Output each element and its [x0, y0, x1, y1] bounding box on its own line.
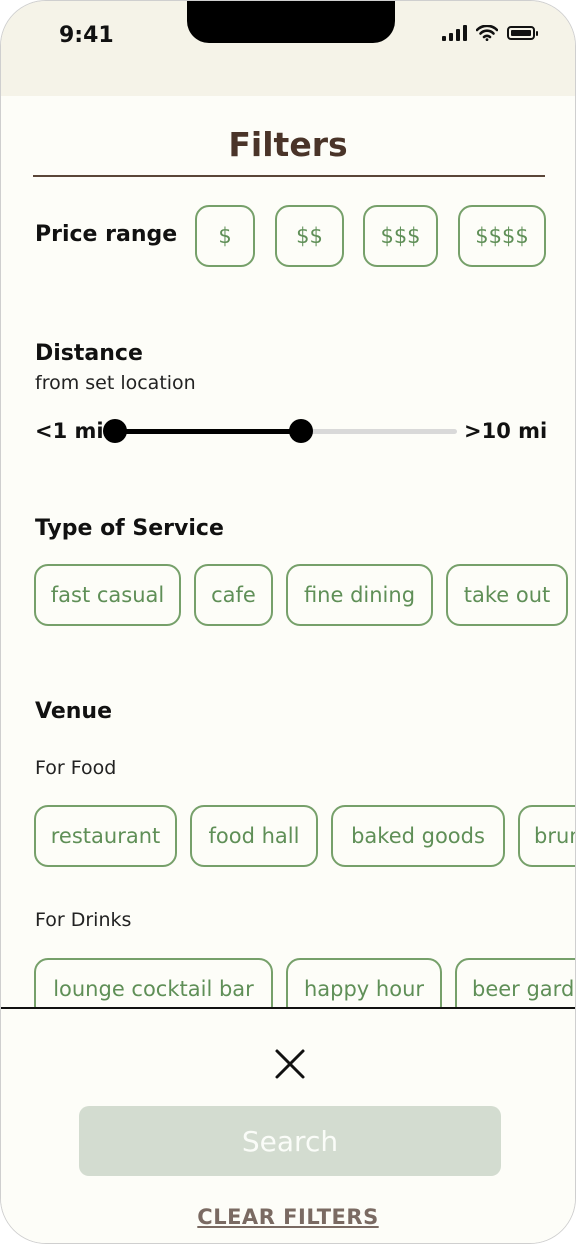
food-option-baked-goods[interactable]: baked goods	[331, 805, 505, 867]
venue-drinks-label: For Drinks	[35, 909, 132, 931]
cellular-signal-icon	[442, 25, 467, 41]
search-button[interactable]: Search	[79, 1106, 501, 1176]
price-option-1[interactable]: $	[195, 205, 255, 267]
battery-icon	[507, 26, 538, 40]
phone-screen: 9:41 Filters Price range $ $$ $$$ $$$$ D…	[0, 0, 576, 1244]
food-option-restaurant[interactable]: restaurant	[34, 805, 177, 867]
distance-slider-range	[115, 429, 301, 434]
price-option-3[interactable]: $$$	[363, 205, 438, 267]
distance-sublabel: from set location	[35, 372, 196, 394]
distance-min-label: <1 mi	[35, 419, 104, 443]
distance-label: Distance	[35, 341, 143, 366]
service-option-take-out[interactable]: take out	[446, 564, 568, 626]
status-time: 9:41	[59, 23, 114, 48]
close-icon[interactable]	[271, 1045, 309, 1083]
venue-food-label: For Food	[35, 757, 117, 779]
venue-label: Venue	[35, 699, 112, 724]
status-icons	[442, 25, 538, 41]
wifi-icon	[476, 25, 498, 41]
price-option-2[interactable]: $$	[275, 205, 344, 267]
price-option-4[interactable]: $$$$	[458, 205, 546, 267]
service-option-fine-dining[interactable]: fine dining	[286, 564, 433, 626]
distance-slider-min-handle[interactable]	[103, 419, 127, 443]
title-divider	[33, 175, 545, 177]
status-bar: 9:41	[1, 1, 575, 96]
food-option-brunch[interactable]: brunch	[518, 805, 575, 867]
price-range-label: Price range	[35, 222, 178, 247]
distance-slider-max-handle[interactable]	[289, 419, 313, 443]
service-option-fast-casual[interactable]: fast casual	[34, 564, 181, 626]
service-option-cafe[interactable]: cafe	[194, 564, 273, 626]
service-type-label: Type of Service	[35, 516, 224, 541]
distance-max-label: >10 mi	[464, 419, 548, 443]
clear-filters-link[interactable]: CLEAR FILTERS	[1, 1205, 575, 1229]
food-option-food-hall[interactable]: food hall	[190, 805, 318, 867]
device-notch	[187, 1, 395, 43]
page-title: Filters	[228, 125, 348, 164]
